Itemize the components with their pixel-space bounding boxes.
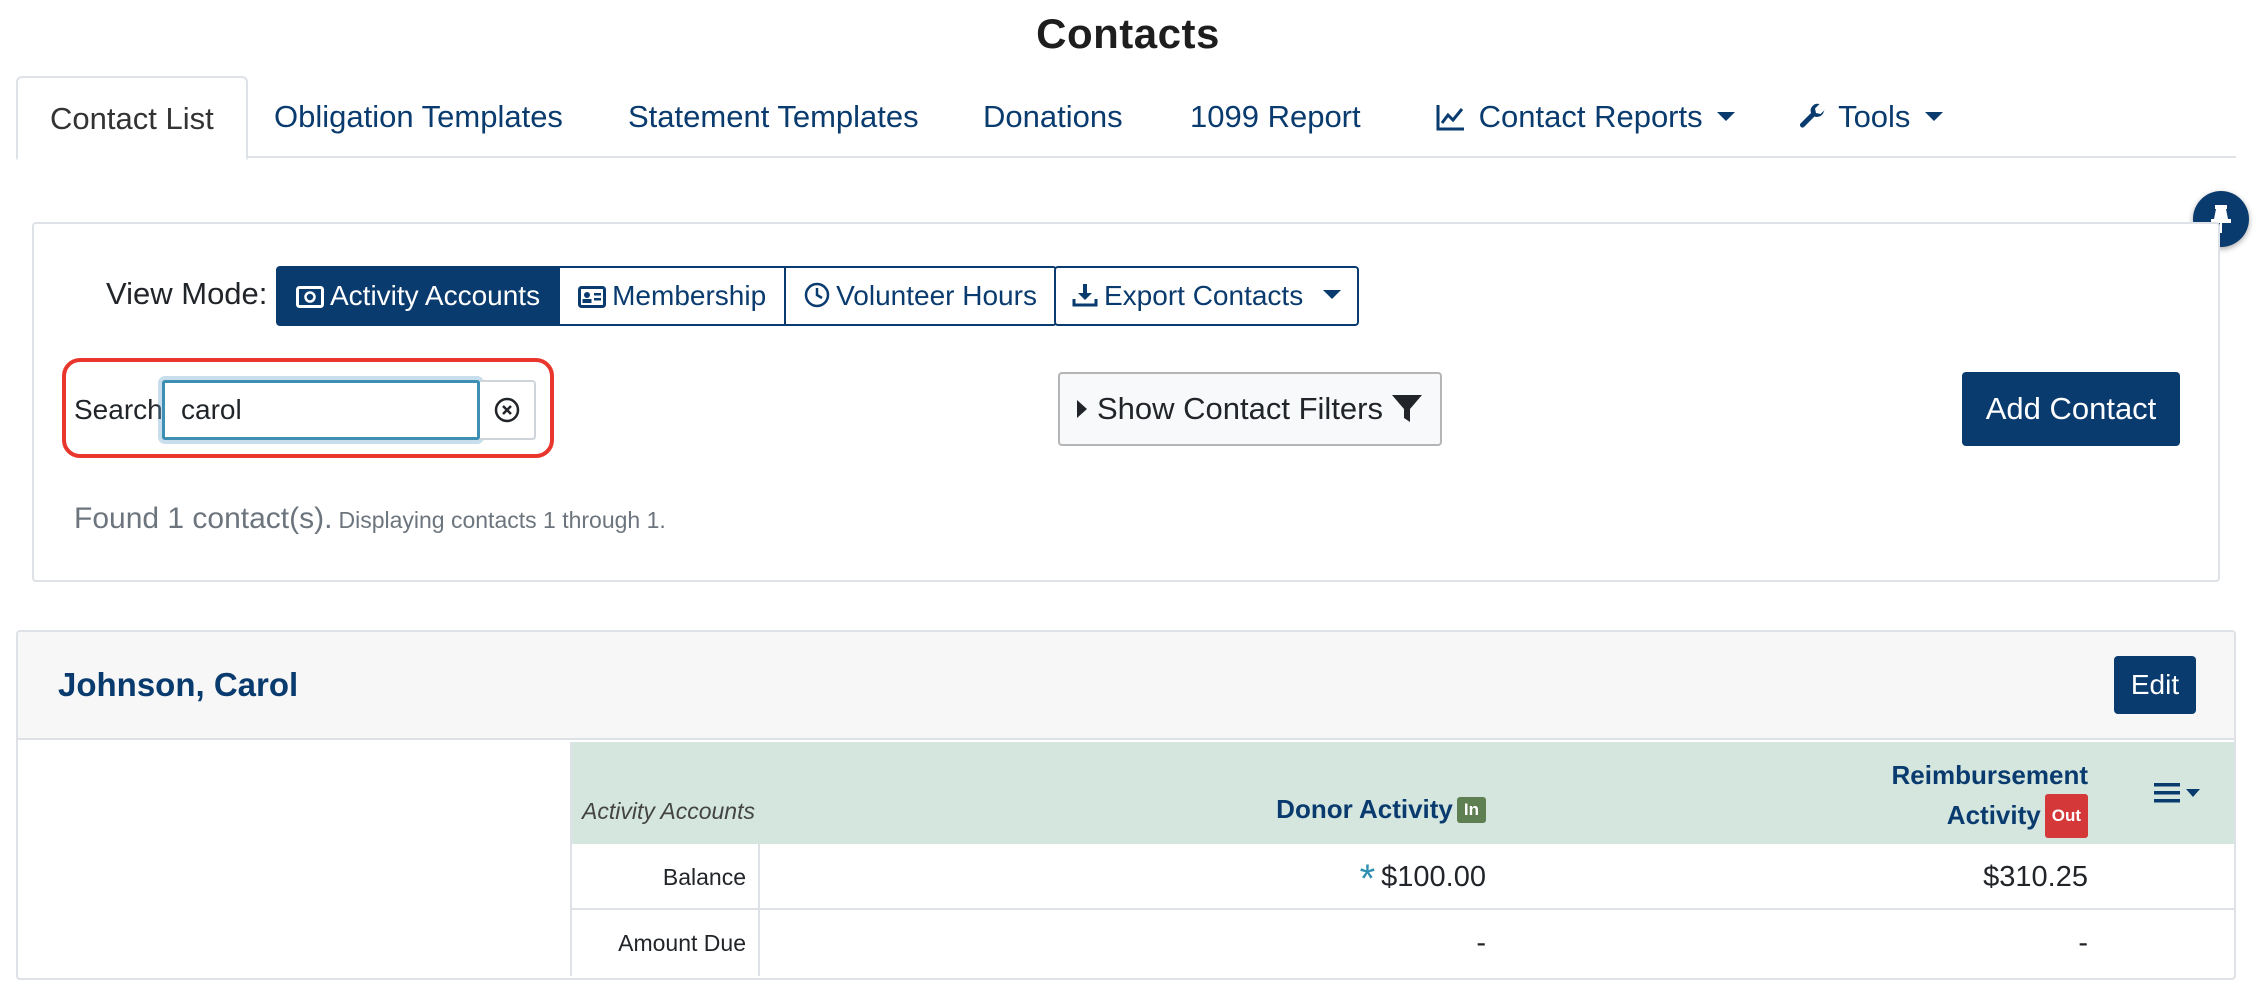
filter-icon — [1392, 395, 1422, 422]
tab-label: Contact List — [50, 101, 214, 136]
out-badge: Out — [2044, 794, 2088, 838]
caret-right-icon — [1077, 400, 1087, 418]
view-mode-option-label: Volunteer Hours — [836, 280, 1037, 311]
chevron-down-icon — [1322, 290, 1341, 299]
show-contact-filters-button[interactable]: Show Contact Filters — [1058, 372, 1442, 446]
results-found: Found 1 contact(s). — [74, 502, 333, 535]
tab-label: Donations — [983, 99, 1123, 134]
tab-contact-list[interactable]: Contact List — [16, 76, 248, 160]
row-label: Amount Due — [572, 910, 760, 976]
view-mode-label: View Mode: — [106, 276, 268, 311]
tab-statement-templates[interactable]: Statement Templates — [596, 76, 951, 158]
chevron-down-icon — [1717, 112, 1736, 121]
column-title: Donor Activity — [1276, 794, 1453, 824]
contact-name-link[interactable]: Johnson, Carol — [58, 666, 298, 704]
view-mode-membership-button[interactable]: Membership — [558, 266, 787, 326]
tab-label: Obligation Templates — [274, 99, 563, 134]
columns-menu-button[interactable] — [2154, 782, 2200, 804]
view-mode-volunteer-hours-button[interactable]: Volunteer Hours — [784, 266, 1057, 326]
add-contact-button[interactable]: Add Contact — [1962, 372, 2180, 446]
chevron-down-icon — [2186, 789, 2200, 797]
results-displaying: Displaying contacts 1 through 1. — [338, 507, 666, 533]
view-mode-option-label: Activity Accounts — [330, 280, 541, 311]
donor-balance-cell: * $100.00 — [1360, 844, 1486, 912]
search-input[interactable] — [162, 380, 480, 440]
clear-search-button[interactable] — [480, 380, 536, 440]
column-title: Reimbursement — [1891, 760, 2089, 790]
table-row: Balance * $100.00 $310.25 — [570, 844, 2234, 912]
tab-label: Contact Reports — [1478, 99, 1703, 134]
tab-1099-report[interactable]: 1099 Report — [1158, 76, 1393, 158]
page-title: Contacts — [1036, 10, 1220, 57]
close-circle-icon — [494, 397, 520, 423]
search-label: Search — [74, 394, 163, 425]
search-panel: View Mode: Activity Accounts Membership … — [32, 222, 2220, 582]
column-header-reimbursement-activity: Reimbursement Activity Out — [1891, 756, 2089, 838]
contact-card: Johnson, Carol Edit Activity Accounts Do… — [16, 630, 2236, 980]
cell-value: $100.00 — [1381, 861, 1486, 893]
results-summary: Found 1 contact(s). Displaying contacts 1… — [74, 502, 666, 536]
column-header-donor-activity: Donor Activity In — [1276, 794, 1486, 825]
chevron-down-icon — [1925, 112, 1944, 121]
export-contacts-label: Export Contacts — [1104, 280, 1304, 311]
clock-icon — [804, 282, 830, 308]
table-row: Amount Due - - — [570, 910, 2234, 976]
reimbursement-amount-due-cell: - — [2078, 927, 2088, 959]
donor-amount-due-cell: - — [1476, 927, 1486, 959]
table-caption: Activity Accounts — [582, 798, 755, 824]
money-bill-icon — [296, 286, 324, 308]
tab-obligation-templates[interactable]: Obligation Templates — [242, 76, 595, 158]
in-badge: In — [1456, 797, 1486, 823]
tab-donations[interactable]: Donations — [951, 76, 1155, 158]
column-title: Activity — [1946, 800, 2041, 830]
reimbursement-balance-cell: $310.25 — [1983, 861, 2088, 893]
table-header: Activity Accounts Donor Activity In Reimb… — [570, 742, 2234, 844]
wrench-icon — [1800, 103, 1825, 128]
download-icon — [1072, 284, 1098, 307]
contact-card-header: Johnson, Carol Edit — [18, 632, 2234, 740]
row-label: Balance — [572, 844, 760, 908]
tab-contact-reports[interactable]: Contact Reports — [1404, 76, 1767, 158]
view-mode-activity-accounts-button[interactable]: Activity Accounts — [276, 266, 561, 326]
export-contacts-button[interactable]: Export Contacts — [1054, 266, 1359, 326]
asterisk-marker: * — [1359, 857, 1376, 901]
edit-contact-button[interactable]: Edit — [2114, 656, 2196, 714]
tab-label: Tools — [1838, 99, 1911, 134]
tab-label: 1099 Report — [1190, 99, 1361, 134]
tab-tools[interactable]: Tools — [1766, 76, 1975, 158]
nav-tabs: Contact List Obligation Templates Statem… — [16, 76, 2236, 160]
view-mode-group: Activity Accounts Membership Volunteer H… — [276, 266, 1057, 326]
filters-label: Show Contact Filters — [1097, 391, 1383, 426]
line-chart-icon — [1436, 105, 1464, 131]
view-mode-option-label: Membership — [612, 280, 767, 311]
id-card-icon — [578, 286, 607, 308]
tab-label: Statement Templates — [628, 99, 919, 134]
hamburger-menu-icon — [2154, 783, 2180, 803]
